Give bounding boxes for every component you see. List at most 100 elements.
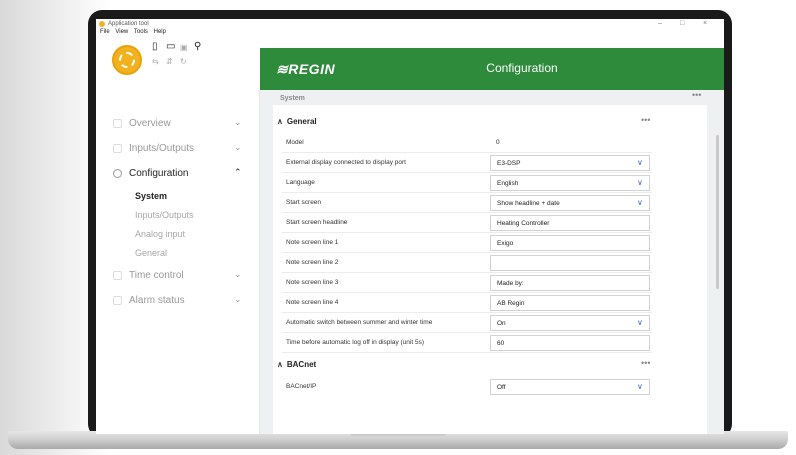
save-icon[interactable]: ▣ — [180, 43, 188, 53]
more-options-icon[interactable]: ••• — [641, 358, 650, 368]
note-line-1-input[interactable]: Exigo — [490, 235, 650, 251]
more-options-icon[interactable]: ••• — [692, 90, 701, 100]
setting-label: Note screen line 2 — [286, 259, 339, 266]
setting-row-note-line-4: Note screen line 4 AB Regin — [282, 293, 652, 313]
chevron-down-icon: ⌄ — [234, 294, 242, 304]
overview-icon — [113, 119, 122, 128]
note-line-4-input[interactable]: AB Regin — [490, 295, 650, 311]
setting-label: Start screen headline — [286, 219, 348, 226]
minimize-button[interactable]: – — [658, 20, 662, 27]
note-line-3-input[interactable]: Made by: — [490, 275, 650, 291]
menu-help[interactable]: Help — [154, 29, 166, 35]
chevron-down-icon: ∨ — [637, 198, 643, 207]
title-bar: Application tool – □ × — [96, 19, 724, 29]
app-logo — [112, 45, 142, 75]
sidebar-item-time-control[interactable]: Time control ⌄ — [96, 264, 260, 288]
setting-row-model: Model 0 — [282, 133, 652, 153]
select-value: On — [497, 320, 506, 327]
menu-tools[interactable]: Tools — [134, 29, 148, 35]
section-title: BACnet — [286, 360, 317, 369]
external-display-select[interactable]: E3-DSP ∨ — [490, 155, 650, 171]
settings-card: ∧ General ••• Model 0 External display co… — [273, 105, 719, 434]
section-breadcrumb: System — [280, 95, 305, 102]
sidebar: Overview ⌄ Inputs/Outputs ⌄ Configuratio… — [96, 90, 260, 434]
chevron-down-icon: ∨ — [637, 318, 643, 327]
calendar-icon — [113, 271, 122, 280]
setting-value: 0 — [496, 139, 500, 146]
inputs-outputs-icon — [113, 144, 122, 153]
chevron-down-icon: ∨ — [637, 158, 643, 167]
menu-bar: File View Tools Help — [96, 29, 166, 38]
select-value: Show headline + date — [497, 200, 560, 207]
subitem-system[interactable]: System — [135, 191, 167, 201]
chevron-down-icon: ⌄ — [234, 269, 242, 279]
connect-icon[interactable]: ⇆ — [152, 57, 159, 67]
sidebar-item-label: Time control — [129, 270, 184, 281]
input-value: AB Regin — [497, 300, 525, 307]
summer-winter-select[interactable]: On ∨ — [490, 315, 650, 331]
setting-row-note-line-3: Note screen line 3 Made by: — [282, 273, 652, 293]
new-file-icon[interactable]: ▯ — [152, 42, 158, 52]
subitem-general[interactable]: General — [135, 248, 167, 258]
setting-label: Automatic switch between summer and wint… — [286, 319, 433, 326]
subitem-analog-input[interactable]: Analog input — [135, 229, 185, 239]
select-value: E3-DSP — [497, 160, 521, 167]
input-value: 60 — [497, 340, 505, 347]
sidebar-item-label: Configuration — [129, 168, 189, 179]
chevron-up-icon: ⌃ — [234, 167, 242, 177]
search-icon[interactable]: ⚲ — [194, 42, 201, 52]
sidebar-item-inputs-outputs[interactable]: Inputs/Outputs ⌄ — [96, 137, 260, 161]
section-title: General — [286, 117, 317, 126]
subitem-inputs-outputs[interactable]: Inputs/Outputs — [135, 210, 194, 220]
setting-row-bacnet-ip: BACnet/IP Off ∨ — [282, 377, 652, 397]
section-header-general[interactable]: ∧ General — [277, 117, 317, 126]
note-line-2-input[interactable] — [490, 255, 650, 271]
setting-row-summer-winter: Automatic switch between summer and wint… — [282, 313, 652, 333]
chevron-down-icon: ∨ — [637, 178, 643, 187]
setting-row-start-screen-headline: Start screen headline Heating Controller — [282, 213, 652, 233]
language-select[interactable]: English ∨ — [490, 175, 650, 191]
bacnet-ip-select[interactable]: Off ∨ — [490, 379, 650, 395]
input-value: Exigo — [497, 240, 514, 247]
setting-row-language: Language English ∨ — [282, 173, 652, 193]
chevron-down-icon: ⌄ — [234, 117, 242, 127]
sync-icon[interactable]: ⇵ — [166, 57, 173, 67]
scrollbar[interactable] — [716, 135, 719, 289]
maximize-button[interactable]: □ — [680, 20, 684, 27]
select-value: Off — [497, 384, 506, 391]
setting-label: Note screen line 3 — [286, 279, 339, 286]
window-title: Application tool — [108, 21, 149, 27]
setting-label: Time before automatic log off in display… — [286, 339, 425, 346]
setting-label: Model — [286, 139, 304, 146]
setting-label: External display connected to display po… — [286, 159, 406, 166]
sidebar-item-configuration[interactable]: Configuration ⌃ — [96, 162, 260, 186]
menu-file[interactable]: File — [100, 29, 110, 35]
input-value: Heating Controller — [497, 220, 550, 227]
start-screen-headline-input[interactable]: Heating Controller — [490, 215, 650, 231]
more-options-icon[interactable]: ••• — [641, 115, 650, 125]
chevron-up-icon: ∧ — [277, 117, 283, 126]
input-value: Made by: — [497, 280, 524, 287]
log-off-time-input[interactable]: 60 — [490, 335, 650, 351]
sidebar-item-alarm-status[interactable]: Alarm status ⌄ — [96, 289, 260, 313]
menu-view[interactable]: View — [115, 29, 128, 35]
setting-label: Note screen line 4 — [286, 299, 339, 306]
sidebar-item-label: Inputs/Outputs — [129, 143, 195, 154]
sidebar-item-label: Alarm status — [129, 295, 185, 306]
page-title: Configuration — [486, 61, 558, 75]
app-header: ≋REGIN Configuration — [260, 48, 724, 90]
close-button[interactable]: × — [703, 20, 707, 27]
open-folder-icon[interactable]: ▭ — [166, 42, 175, 52]
app-screen: Application tool – □ × File View Tools H… — [96, 19, 724, 434]
setting-label: Start screen — [286, 199, 322, 206]
toolbar: ▯ ▭ ▣ ⚲ ⇆ ⇵ ↻ — [96, 38, 260, 90]
setting-row-log-off-time: Time before automatic log off in display… — [282, 333, 652, 353]
start-screen-select[interactable]: Show headline + date ∨ — [490, 195, 650, 211]
sidebar-item-overview[interactable]: Overview ⌄ — [96, 112, 260, 136]
setting-row-note-line-2: Note screen line 2 — [282, 253, 652, 273]
sidebar-item-label: Overview — [129, 118, 171, 129]
section-header-bacnet[interactable]: ∧ BACnet — [277, 360, 316, 369]
chevron-down-icon: ∨ — [637, 382, 643, 391]
refresh-icon[interactable]: ↻ — [180, 57, 187, 67]
setting-label: Note screen line 1 — [286, 239, 339, 246]
